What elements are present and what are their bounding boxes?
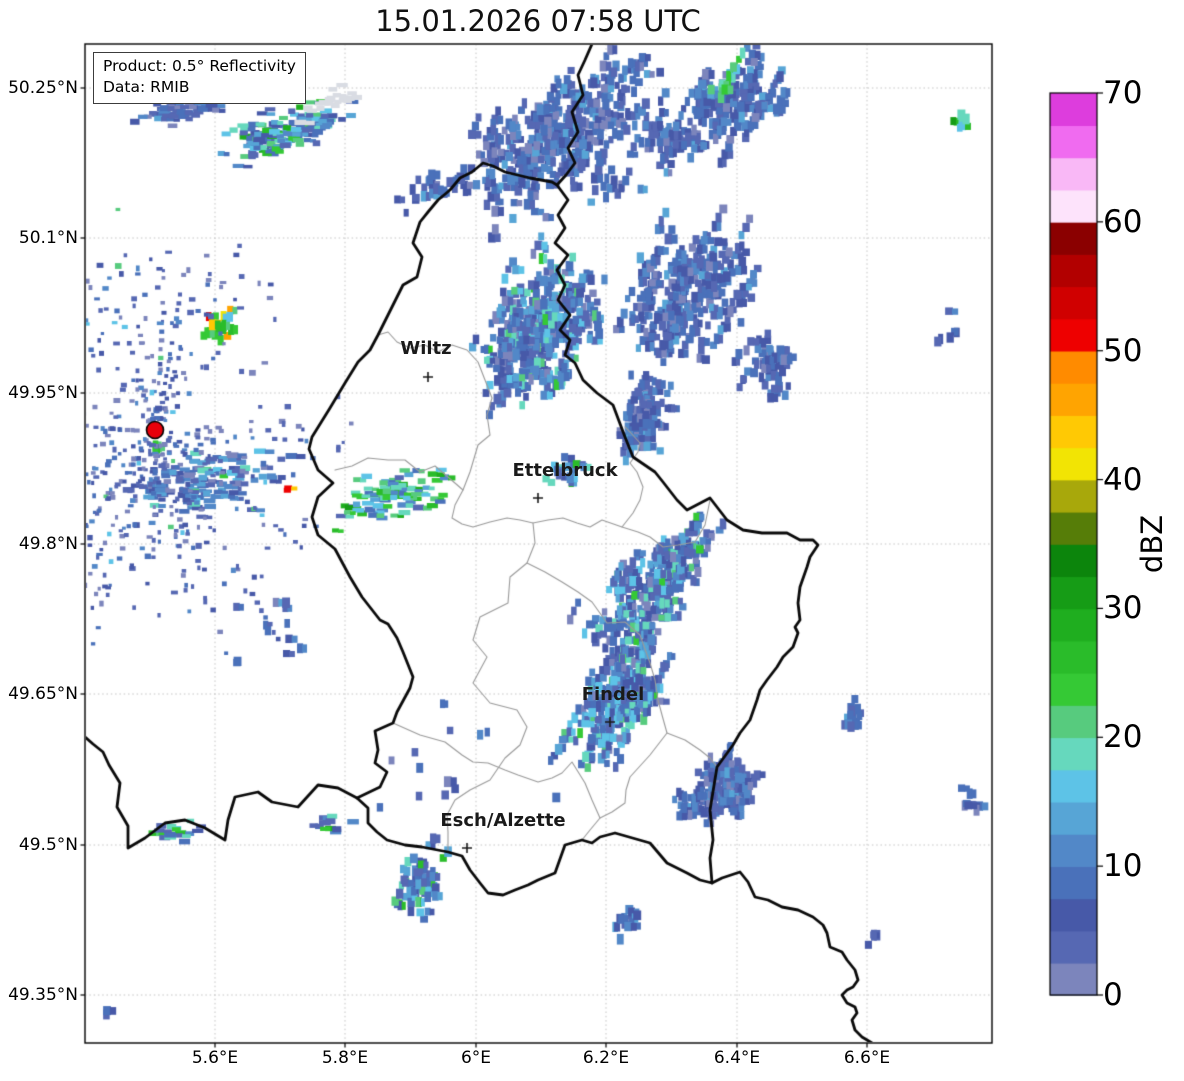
product-line: Product: 0.5° Reflectivity <box>103 57 296 75</box>
city-label: Ettelbruck <box>512 460 618 481</box>
colorbar-tick-label: 60 <box>1103 203 1143 240</box>
colorbar-tick-label: 10 <box>1103 848 1143 885</box>
y-tick-label: 49.35°N <box>8 985 78 1005</box>
colorbar-tick-label: 0 <box>1103 977 1123 1013</box>
city-label: Wiltz <box>400 338 452 359</box>
x-tick-label: 6.2°E <box>582 1048 630 1068</box>
city-label: Esch/Alzette <box>440 810 566 831</box>
x-tick-label: 6.4°E <box>713 1048 761 1068</box>
y-tick-label: 49.95°N <box>8 383 78 403</box>
radar-map-canvas <box>0 0 1184 1081</box>
figure-title: 15.01.2026 07:58 UTC <box>375 4 701 38</box>
colorbar-tick-label: 70 <box>1103 75 1143 111</box>
city-label: Findel <box>581 684 645 705</box>
radar-figure: 15.01.2026 07:58 UTC Product: 0.5° Refle… <box>0 0 1184 1081</box>
x-tick-label: 5.6°E <box>191 1048 239 1068</box>
colorbar-tick-label: 20 <box>1103 719 1143 756</box>
y-tick-label: 49.65°N <box>8 684 78 704</box>
y-tick-label: 50.1°N <box>18 228 78 248</box>
x-tick-label: 6°E <box>460 1048 492 1068</box>
colorbar-axis-label: dBZ <box>1135 514 1169 574</box>
y-tick-label: 49.5°N <box>18 835 78 855</box>
x-tick-label: 6.6°E <box>843 1048 891 1068</box>
y-tick-label: 49.8°N <box>18 534 78 554</box>
y-tick-label: 50.25°N <box>8 78 78 98</box>
data-source-line: Data: RMIB <box>103 78 190 97</box>
colorbar-tick-label: 50 <box>1103 332 1143 369</box>
product-info-box: Product: 0.5° Reflectivity Data: RMIB <box>93 52 306 104</box>
colorbar-tick-label: 40 <box>1103 461 1143 498</box>
x-tick-label: 5.8°E <box>321 1048 369 1068</box>
colorbar-tick-label: 30 <box>1103 590 1143 627</box>
